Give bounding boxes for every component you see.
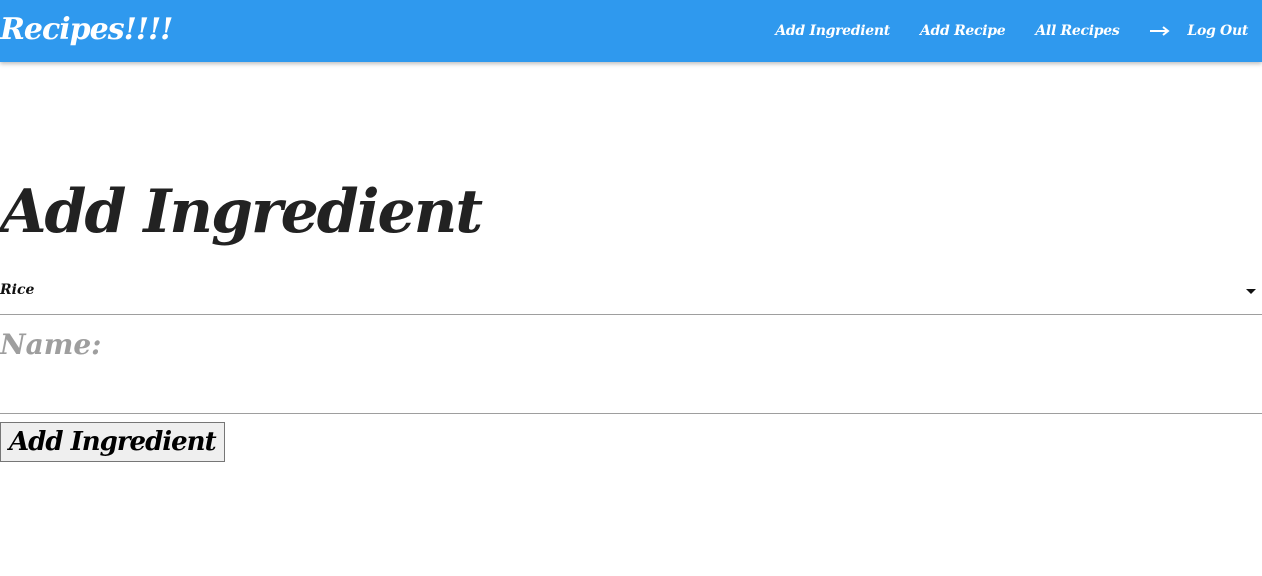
top-navbar: Recipes!!!! Add Ingredient Add Recipe Al…: [0, 0, 1262, 62]
nav-link-all-recipes[interactable]: All Recipes: [1035, 23, 1119, 39]
caret-down-icon: [1246, 289, 1256, 294]
ingredient-select-value: Rice: [0, 282, 35, 298]
nav-link-add-recipe[interactable]: Add Recipe: [920, 23, 1006, 39]
nav-link-add-ingredient[interactable]: Add Ingredient: [775, 23, 890, 39]
logout-button[interactable]: Log Out: [1149, 23, 1248, 39]
add-ingredient-button[interactable]: Add Ingredient: [0, 422, 225, 462]
arrow-right-icon: [1150, 26, 1171, 36]
logout-label: Log Out: [1187, 23, 1248, 39]
nav-links: Add Ingredient Add Recipe All Recipes Lo…: [745, 0, 1248, 62]
ingredient-select[interactable]: Rice: [0, 276, 1262, 315]
brand-logo[interactable]: Recipes!!!!: [0, 10, 173, 50]
page-title: Add Ingredient: [0, 177, 483, 247]
name-label: Name:: [0, 328, 102, 361]
name-input[interactable]: [0, 368, 1262, 414]
